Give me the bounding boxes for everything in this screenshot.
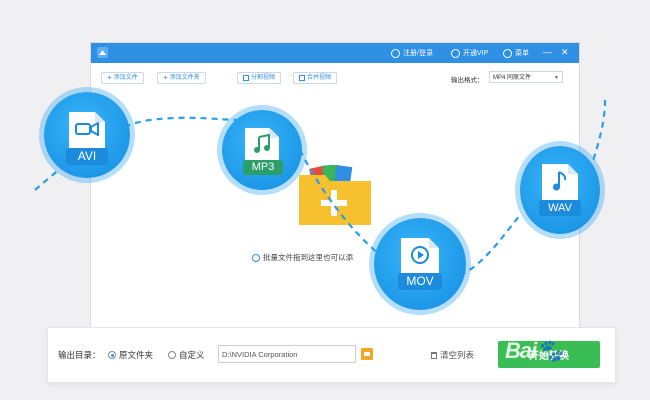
badge-wav: WAV — [520, 146, 600, 234]
play-icon — [411, 246, 429, 264]
format-tag-avi: AVI — [66, 148, 108, 165]
baidu-watermark: Bai🐾 — [505, 338, 564, 363]
clear-list-label: 清空列表 — [440, 350, 475, 360]
trash-icon — [431, 351, 437, 359]
badge-mp3: MP3 — [222, 110, 302, 190]
video-camera-icon — [75, 122, 99, 136]
music-note-icon — [553, 171, 567, 191]
badge-mov: MOV — [374, 218, 466, 310]
browse-folder-button[interactable] — [361, 348, 373, 360]
output-path-input[interactable]: D:\NVIDIA Corporation — [218, 345, 356, 363]
document-fold — [429, 238, 439, 248]
music-note-icon — [254, 134, 270, 153]
badge-avi: AVI — [44, 92, 130, 178]
radio-original-folder[interactable]: 原文件夹 — [108, 349, 153, 361]
format-tag-mp3: MP3 — [243, 160, 283, 175]
output-dir-label: 输出目录： — [58, 350, 101, 360]
radio-custom-label: 自定义 — [179, 350, 205, 360]
document-fold — [568, 164, 578, 174]
radio-unselected-icon — [168, 351, 176, 359]
radio-selected-icon — [108, 351, 116, 359]
format-tag-mov: MOV — [398, 273, 442, 290]
clear-list-button[interactable]: 清空列表 — [431, 349, 474, 361]
radio-original-label: 原文件夹 — [119, 350, 154, 360]
radio-custom-folder[interactable]: 自定义 — [168, 349, 205, 361]
promo-stage: 注册/登录 开通VIP 菜单 — ✕ + 添加文件 + 添加文件夹 分割视频 合… — [0, 0, 650, 400]
document-fold — [95, 112, 105, 122]
format-tag-wav: WAV — [539, 200, 581, 216]
